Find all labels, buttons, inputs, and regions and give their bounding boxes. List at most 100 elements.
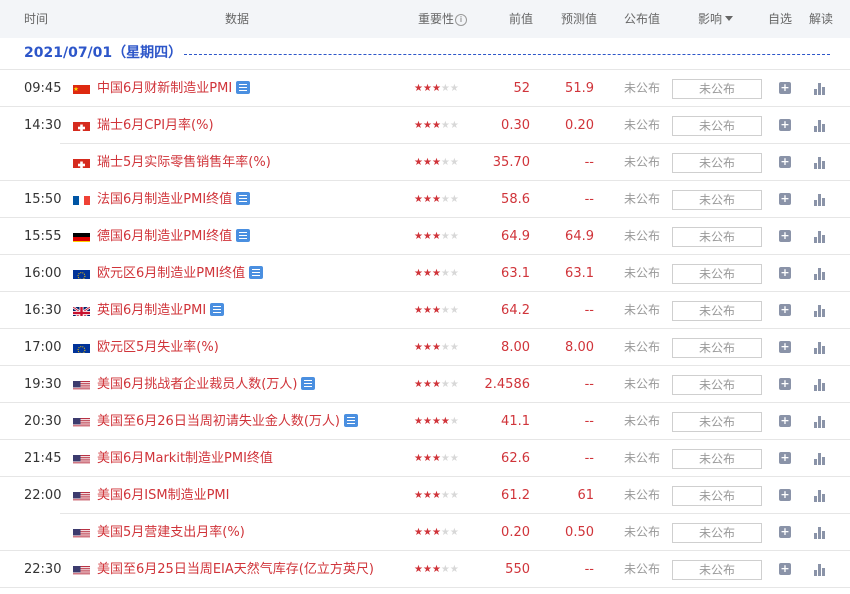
impact-box: 未公布 — [672, 190, 762, 210]
table-row: 美国5月营建支出月率(%) ★★★★★ 0.20 0.50 未公布 未公布 + — [0, 514, 850, 551]
event-name[interactable]: 美国至6月25日当周EIA天然气库存(亿立方英尺) — [97, 551, 374, 588]
add-watch-icon[interactable]: + — [779, 526, 791, 538]
add-watch-icon[interactable]: + — [779, 489, 791, 501]
importance-stars: ★★★★★ — [414, 379, 459, 390]
country-flag-icon — [73, 415, 90, 427]
bar-chart-icon[interactable] — [814, 416, 826, 428]
event-name[interactable]: 英国6月制造业PMI — [97, 292, 225, 329]
event-name[interactable]: 美国6月ISM制造业PMI — [97, 477, 229, 514]
document-icon[interactable] — [249, 266, 264, 279]
col-previous: 前值 — [509, 12, 534, 26]
country-flag-icon — [73, 82, 90, 94]
event-name[interactable]: 欧元区5月失业率(%) — [97, 329, 219, 366]
importance-stars: ★★★★★ — [414, 194, 459, 205]
bar-chart-icon[interactable] — [814, 120, 826, 132]
table-row: 22:30 美国至6月25日当周EIA天然气库存(亿立方英尺) ★★★★★ 55… — [0, 551, 850, 588]
add-watch-icon[interactable]: + — [779, 82, 791, 94]
event-name[interactable]: 美国6月挑战者企业裁员人数(万人) — [97, 366, 316, 403]
bar-chart-icon[interactable] — [814, 83, 826, 95]
col-interpret: 解读 — [809, 12, 834, 26]
event-name-text: 中国6月财新制造业PMI — [97, 81, 233, 96]
impact-box: 未公布 — [672, 523, 762, 543]
forecast-value: -- — [584, 562, 594, 577]
add-watch-icon[interactable]: + — [779, 415, 791, 427]
importance-stars: ★★★★★ — [414, 83, 459, 94]
event-time: 21:45 — [24, 451, 62, 466]
event-time: 17:00 — [24, 340, 62, 355]
col-watch: 自选 — [768, 12, 793, 26]
add-watch-icon[interactable]: + — [779, 193, 791, 205]
document-icon[interactable] — [236, 192, 251, 205]
add-watch-icon[interactable]: + — [779, 267, 791, 279]
col-importance[interactable]: 重要性 i — [418, 0, 468, 38]
add-watch-icon[interactable]: + — [779, 563, 791, 575]
country-flag-icon — [73, 563, 90, 575]
event-name[interactable]: 瑞士6月CPI月率(%) — [97, 107, 214, 144]
event-name[interactable]: 中国6月财新制造业PMI — [97, 70, 251, 107]
previous-value: 8.00 — [501, 340, 530, 355]
col-data: 数据 — [225, 12, 250, 26]
add-watch-icon[interactable]: + — [779, 156, 791, 168]
impact-box: 未公布 — [672, 301, 762, 321]
impact-box: 未公布 — [672, 153, 762, 173]
importance-stars: ★★★★★ — [414, 305, 459, 316]
bar-chart-icon[interactable] — [814, 490, 826, 502]
bar-chart-icon[interactable] — [814, 342, 826, 354]
document-icon[interactable] — [236, 81, 251, 94]
add-watch-icon[interactable]: + — [779, 230, 791, 242]
add-watch-icon[interactable]: + — [779, 452, 791, 464]
add-watch-icon[interactable]: + — [779, 304, 791, 316]
country-flag-icon — [73, 452, 90, 464]
previous-value: 61.2 — [501, 488, 530, 503]
document-icon[interactable] — [301, 377, 316, 390]
event-name-text: 瑞士5月实际零售销售年率(%) — [97, 155, 271, 170]
impact-box: 未公布 — [672, 449, 762, 469]
bar-chart-icon[interactable] — [814, 379, 826, 391]
add-watch-icon[interactable]: + — [779, 378, 791, 390]
document-icon[interactable] — [210, 303, 225, 316]
event-name[interactable]: 欧元区6月制造业PMI终值 — [97, 255, 264, 292]
forecast-value: -- — [584, 414, 594, 429]
event-time: 14:30 — [24, 118, 62, 133]
event-name[interactable]: 法国6月制造业PMI终值 — [97, 181, 251, 218]
event-name[interactable]: 美国5月营建支出月率(%) — [97, 514, 245, 551]
event-name-text: 美国6月Markit制造业PMI终值 — [97, 451, 273, 466]
event-name-text: 美国6月挑战者企业裁员人数(万人) — [97, 377, 298, 392]
add-watch-icon[interactable]: + — [779, 341, 791, 353]
forecast-value: -- — [584, 377, 594, 392]
table-row: 15:55 德国6月制造业PMI终值 ★★★★★ 64.9 64.9 未公布 未… — [0, 218, 850, 255]
col-impact[interactable]: 影响 — [698, 0, 734, 38]
document-icon[interactable] — [343, 414, 358, 427]
bar-chart-icon[interactable] — [814, 453, 826, 465]
event-name[interactable]: 美国至6月26日当周初请失业金人数(万人) — [97, 403, 358, 440]
event-name[interactable]: 德国6月制造业PMI终值 — [97, 218, 251, 255]
event-time: 22:30 — [24, 562, 62, 577]
forecast-value: 51.9 — [565, 81, 594, 96]
add-watch-icon[interactable]: + — [779, 119, 791, 131]
impact-box: 未公布 — [672, 560, 762, 580]
event-time: 20:30 — [24, 414, 62, 429]
bar-chart-icon[interactable] — [814, 194, 826, 206]
country-flag-icon — [73, 230, 90, 242]
event-name[interactable]: 瑞士5月实际零售销售年率(%) — [97, 144, 271, 181]
bar-chart-icon[interactable] — [814, 268, 826, 280]
country-flag-icon — [73, 378, 90, 390]
previous-value: 63.1 — [501, 266, 530, 281]
importance-stars: ★★★★★ — [414, 231, 459, 242]
event-name[interactable]: 美国6月Markit制造业PMI终值 — [97, 440, 273, 477]
table-row: 瑞士5月实际零售销售年率(%) ★★★★★ 35.70 -- 未公布 未公布 + — [0, 144, 850, 181]
country-flag-icon — [73, 304, 90, 316]
event-name-text: 德国6月制造业PMI终值 — [97, 229, 233, 244]
bar-chart-icon[interactable] — [814, 527, 826, 539]
document-icon[interactable] — [236, 229, 251, 242]
col-importance-label: 重要性 — [418, 12, 455, 26]
previous-value: 52 — [513, 81, 530, 96]
bar-chart-icon[interactable] — [814, 157, 826, 169]
bar-chart-icon[interactable] — [814, 305, 826, 317]
bar-chart-icon[interactable] — [814, 231, 826, 243]
date-divider — [184, 54, 830, 55]
country-flag-icon — [73, 489, 90, 501]
bar-chart-icon[interactable] — [814, 564, 826, 576]
forecast-value: 61 — [577, 488, 594, 503]
help-icon[interactable]: i — [455, 14, 468, 26]
